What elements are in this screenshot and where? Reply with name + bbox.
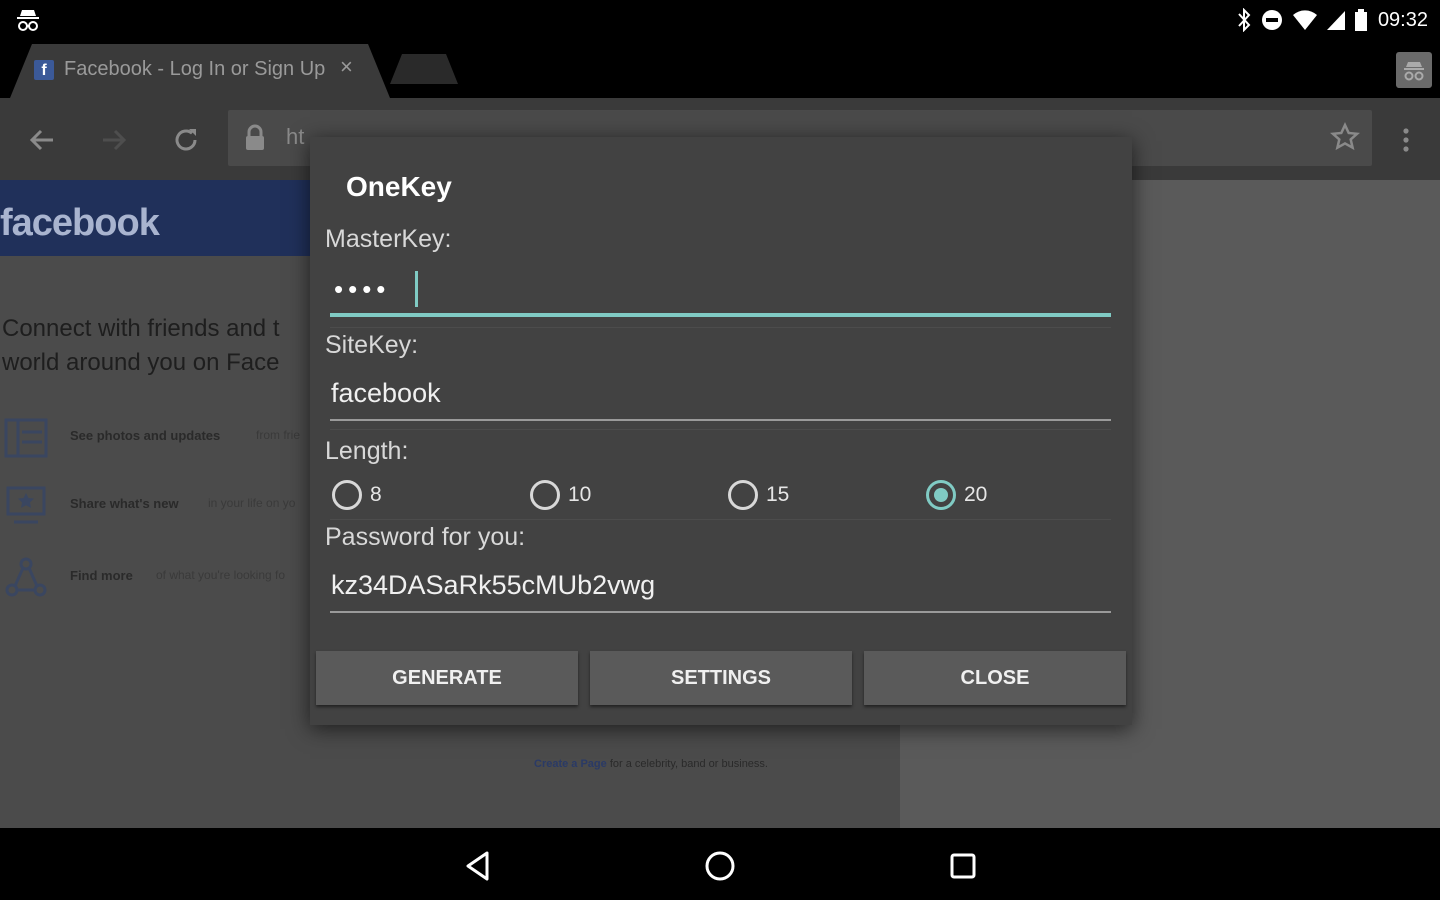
radio-label: 8 bbox=[370, 483, 382, 506]
length-radio-15[interactable]: 15 bbox=[728, 475, 789, 515]
master-key-label: MasterKey: bbox=[325, 225, 452, 253]
feature-title: Find more bbox=[70, 568, 133, 583]
wifi-icon bbox=[1292, 9, 1318, 31]
reload-icon[interactable] bbox=[166, 120, 206, 160]
url-text: ht bbox=[286, 124, 305, 149]
tab-title: Facebook - Log In or Sign Up bbox=[64, 58, 326, 80]
generate-button[interactable]: GENERATE bbox=[316, 651, 578, 705]
tab-close-icon[interactable]: × bbox=[340, 54, 353, 80]
length-radio-10[interactable]: 10 bbox=[530, 475, 591, 515]
divider bbox=[330, 327, 1111, 328]
cell-signal-icon bbox=[1326, 9, 1346, 31]
status-bar: 09:32 bbox=[0, 0, 1440, 40]
feature-share: Share what's new in your life on yo bbox=[0, 484, 330, 528]
tab-strip: f Facebook - Log In or Sign Up × bbox=[0, 40, 1440, 98]
timeline-icon bbox=[6, 486, 46, 524]
news-feed-icon bbox=[4, 418, 48, 458]
new-tab-button[interactable] bbox=[390, 54, 458, 84]
radio-circle-selected bbox=[926, 480, 956, 510]
bookmark-star-icon[interactable] bbox=[1330, 122, 1360, 157]
length-label: Length: bbox=[325, 437, 409, 465]
create-page-text: Create a Page for a celebrity, band or b… bbox=[534, 758, 768, 770]
site-key-underline bbox=[330, 419, 1111, 421]
radio-label: 15 bbox=[766, 483, 790, 506]
site-key-value: facebook bbox=[331, 378, 441, 408]
site-key-input[interactable]: facebook bbox=[330, 369, 1111, 421]
text-caret bbox=[415, 271, 418, 307]
dialog-title: OneKey bbox=[346, 171, 452, 202]
radio-circle bbox=[332, 480, 362, 510]
radio-circle bbox=[728, 480, 758, 510]
clock: 09:32 bbox=[1377, 8, 1428, 31]
divider bbox=[330, 429, 1111, 430]
site-key-label: SiteKey: bbox=[325, 331, 419, 359]
incognito-icon bbox=[14, 6, 42, 34]
recents-square-icon[interactable] bbox=[943, 846, 983, 886]
master-key-input[interactable]: •••• bbox=[330, 265, 1111, 317]
length-radio-8[interactable]: 8 bbox=[332, 475, 382, 515]
feature-photos: See photos and updates from frie bbox=[0, 416, 330, 460]
back-triangle-icon[interactable] bbox=[458, 846, 498, 886]
master-key-masked-value: •••• bbox=[334, 274, 391, 304]
feature-title: See photos and updates bbox=[70, 428, 221, 443]
settings-button[interactable]: SETTINGS bbox=[590, 651, 852, 705]
create-page-link[interactable]: Create a Page bbox=[534, 758, 607, 770]
status-icons: 09:32 bbox=[1236, 6, 1428, 34]
divider bbox=[330, 519, 1111, 520]
password-label: Password for you: bbox=[325, 523, 526, 551]
length-radio-20[interactable]: 20 bbox=[926, 475, 987, 515]
close-button[interactable]: CLOSE bbox=[864, 651, 1126, 705]
length-radio-group: 8 10 15 20 bbox=[330, 475, 1111, 515]
bluetooth-icon bbox=[1236, 8, 1252, 32]
generated-password-value: kz34DASaRk55cMUb2vwg bbox=[331, 570, 656, 600]
do-not-disturb-icon bbox=[1260, 8, 1284, 32]
screen: 09:32 f Facebook - Log In or Sign Up × h… bbox=[0, 0, 1440, 900]
create-page-rest: for a celebrity, band or business. bbox=[609, 758, 768, 770]
facebook-tagline: Connect with friends and t world around … bbox=[2, 315, 280, 376]
lock-icon bbox=[244, 124, 266, 157]
feature-subtitle: of what you're looking fo bbox=[156, 568, 286, 582]
radio-circle bbox=[530, 480, 560, 510]
feature-find: Find more of what you're looking fo bbox=[0, 556, 330, 600]
facebook-logo: facebook bbox=[0, 202, 160, 244]
forward-arrow-icon[interactable] bbox=[94, 120, 134, 160]
master-key-underline bbox=[330, 313, 1111, 317]
radio-label: 10 bbox=[568, 483, 592, 506]
facebook-favicon-icon: f bbox=[34, 60, 54, 80]
feature-title: Share what's new bbox=[70, 496, 179, 511]
incognito-tab-switcher-button[interactable] bbox=[1396, 52, 1432, 88]
overflow-menu-icon[interactable] bbox=[1386, 120, 1426, 160]
back-arrow-icon[interactable] bbox=[22, 120, 62, 160]
feature-subtitle: from frie bbox=[256, 428, 301, 442]
password-underline bbox=[330, 611, 1111, 613]
navigation-bar bbox=[0, 828, 1440, 900]
graph-search-icon bbox=[5, 557, 47, 597]
onekey-dialog: OneKey MasterKey: •••• SiteKey: facebook… bbox=[310, 137, 1132, 725]
feature-subtitle: in your life on yo bbox=[208, 496, 296, 510]
radio-label: 20 bbox=[964, 483, 988, 506]
generated-password-field[interactable]: kz34DASaRk55cMUb2vwg bbox=[330, 561, 1111, 613]
battery-icon bbox=[1354, 8, 1368, 32]
home-circle-icon[interactable] bbox=[700, 846, 740, 886]
